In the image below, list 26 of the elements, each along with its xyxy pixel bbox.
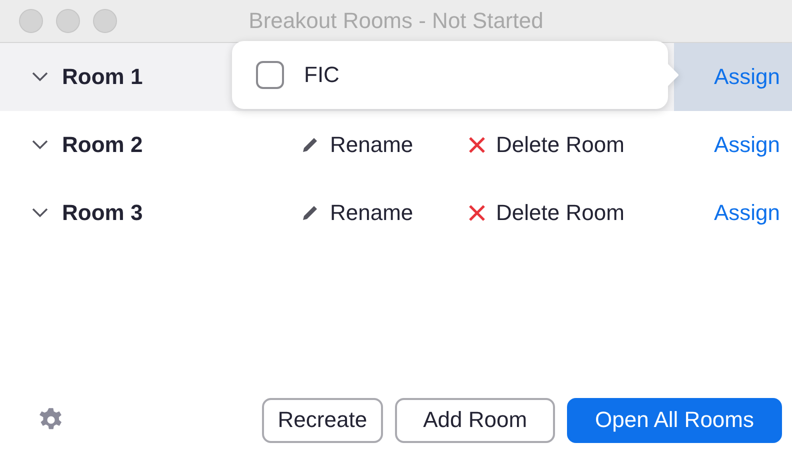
chevron-down-icon[interactable]	[32, 208, 48, 218]
chevron-down-icon[interactable]	[32, 72, 48, 82]
secondary-button[interactable]: Recreate	[262, 398, 384, 442]
room-row[interactable]: Room 1 FIC Assign	[0, 43, 792, 111]
assign-link[interactable]: Assign	[674, 179, 792, 247]
secondary-button[interactable]: Add Room	[395, 398, 556, 442]
primary-button[interactable]: Open All Rooms	[567, 398, 782, 442]
room-name: Room 1	[62, 64, 143, 90]
rename-button[interactable]: Rename	[300, 200, 468, 226]
delete-room-button[interactable]: Delete Room	[468, 132, 674, 158]
x-icon	[468, 204, 486, 222]
x-icon	[468, 136, 486, 154]
window-title: Breakout Rooms - Not Started	[248, 8, 544, 34]
participant-name: FIC	[304, 62, 340, 88]
pencil-icon	[300, 203, 320, 223]
chevron-down-icon[interactable]	[32, 140, 48, 150]
rename-button[interactable]: Rename	[300, 132, 468, 158]
pencil-icon	[300, 135, 320, 155]
room-name: Room 2	[62, 132, 143, 158]
room-row[interactable]: Room 2 Rename Delete Room Assign	[0, 111, 792, 179]
delete-room-button[interactable]: Delete Room	[468, 200, 674, 226]
popover-pointer	[667, 63, 679, 87]
assign-link[interactable]: Assign	[674, 111, 792, 179]
checkbox[interactable]	[256, 61, 284, 89]
room-row[interactable]: Room 3 Rename Delete Room Assign	[0, 179, 792, 247]
room-name: Room 3	[62, 200, 143, 226]
